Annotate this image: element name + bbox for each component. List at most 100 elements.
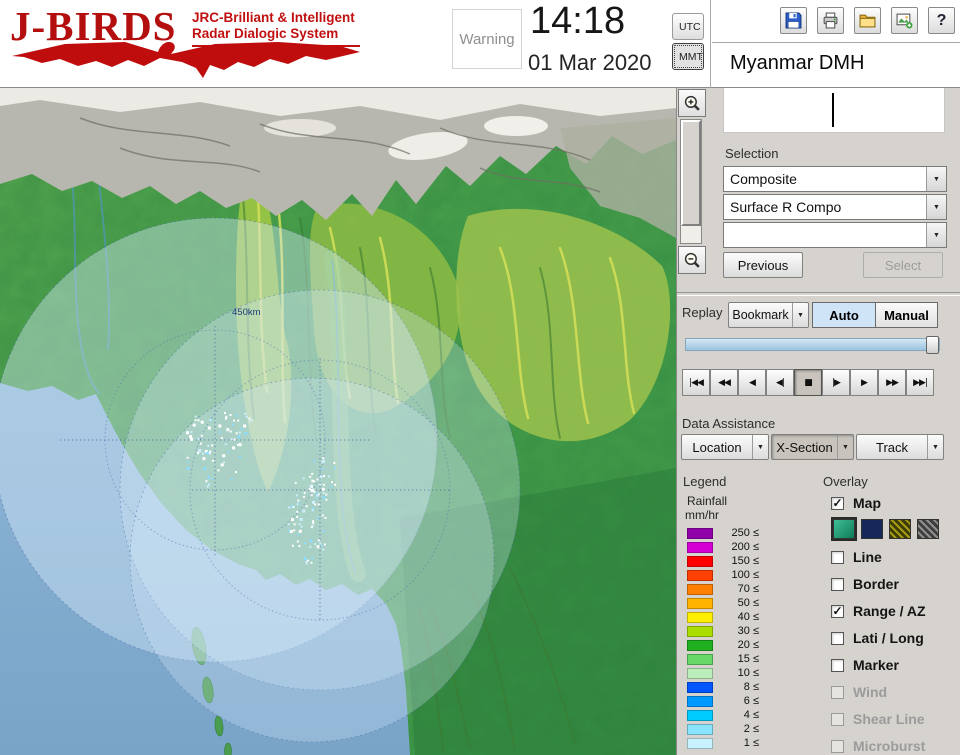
dropdown-arrow-button[interactable]: ▼: [926, 167, 946, 191]
dropdown-arrow-button[interactable]: ▼: [926, 195, 946, 219]
checkbox[interactable]: [831, 631, 844, 645]
timezone-utc-button[interactable]: UTC: [672, 13, 704, 40]
overlay-checkbox-line[interactable]: Line: [831, 549, 926, 565]
legend-color-swatch: [687, 681, 713, 693]
replay-slider-thumb[interactable]: [926, 336, 939, 354]
overlay-checkbox-microburst: Microburst: [831, 738, 926, 754]
station-name: Myanmar DMH: [730, 52, 865, 74]
checkbox[interactable]: [831, 658, 844, 672]
previous-button[interactable]: Previous: [723, 252, 803, 278]
checkbox-label: Microburst: [853, 738, 926, 754]
terrain-radar-map[interactable]: 450km: [0, 88, 676, 755]
legend-color-swatch: [687, 653, 713, 665]
clock-date: 01 Mar 2020: [528, 50, 652, 75]
zoom-scrollbar[interactable]: [680, 119, 702, 244]
map-style-olive-hatch-swatch[interactable]: [889, 519, 911, 539]
legend-row-label: 10 ≤: [737, 667, 759, 679]
replay-auto-toggle[interactable]: Auto: [812, 302, 875, 328]
button-label: Location: [692, 439, 742, 455]
legend-section-label: Legend: [683, 474, 727, 489]
checkbox[interactable]: ✓: [831, 496, 844, 510]
map-style-terrain-swatch[interactable]: [831, 517, 857, 541]
timezone-mmt-button[interactable]: MMT: [672, 43, 704, 70]
zoom-in-button[interactable]: [678, 89, 706, 117]
checkbox-label: Border: [853, 576, 899, 592]
replay-manual-toggle[interactable]: Manual: [875, 302, 938, 328]
text-cursor: [832, 93, 834, 127]
legend-row-label: 30 ≤: [737, 625, 759, 637]
legend-row-label: 4 ≤: [743, 709, 759, 721]
dropdown-arrow-button[interactable]: ▼: [926, 223, 946, 247]
playback-stop-button[interactable]: ■: [794, 369, 822, 396]
legend-color-swatch: [687, 527, 713, 539]
data-assistance-track-button[interactable]: Track ▼: [856, 434, 944, 460]
checkbox-label: Marker: [853, 657, 899, 673]
help-icon: ?: [936, 11, 947, 29]
legend-color-swatch: [687, 737, 713, 749]
legend-color-swatch: [687, 639, 713, 651]
overlay-checkbox-lati-long[interactable]: Lati / Long: [831, 630, 926, 646]
legend-title-rainfall: Rainfall: [687, 494, 728, 508]
replay-timeline-slider[interactable]: [685, 336, 940, 354]
legend-color-swatch: [687, 667, 713, 679]
radar-map-viewport[interactable]: 450km: [0, 88, 676, 755]
legend-row: 40 ≤: [687, 610, 759, 624]
playback-play-button[interactable]: ▶: [850, 369, 878, 396]
checkbox[interactable]: [831, 577, 844, 591]
legend-row: 20 ≤: [687, 638, 759, 652]
playback-fast-forward-button[interactable]: ▶▶: [878, 369, 906, 396]
composite-dropdown[interactable]: Composite ▼: [723, 166, 947, 192]
overlay-checkbox-border[interactable]: Border: [831, 576, 926, 592]
legend-row: 200 ≤: [687, 540, 759, 554]
dropdown-value: Composite: [730, 171, 797, 187]
bookmark-button[interactable]: Bookmark ▼: [728, 302, 809, 328]
playback-play-back-button[interactable]: ◀: [738, 369, 766, 396]
help-button[interactable]: ?: [928, 7, 955, 34]
chevron-down-icon: ▼: [752, 435, 768, 459]
legend-row: 250 ≤: [687, 526, 759, 540]
elevation-dropdown[interactable]: ▼: [723, 222, 947, 248]
legend-color-swatch: [687, 597, 713, 609]
legend-row-label: 2 ≤: [743, 723, 759, 735]
playback-step-back-button[interactable]: ◀|: [766, 369, 794, 396]
clock-time: 14:18: [530, 0, 626, 42]
selection-section-label: Selection: [725, 146, 779, 161]
overlay-section-label: Overlay: [823, 474, 868, 489]
legend-row: 1 ≤: [687, 736, 759, 750]
eagle-logo-icon: [12, 42, 360, 78]
warning-status-button[interactable]: Warning: [452, 9, 522, 69]
map-style-gray-hatch-swatch[interactable]: [917, 519, 939, 539]
add-image-button[interactable]: [891, 7, 918, 34]
open-folder-icon: [859, 14, 876, 28]
legend-row-label: 150 ≤: [731, 555, 759, 567]
playback-first-button[interactable]: |◀◀: [682, 369, 710, 396]
checkbox[interactable]: ✓: [831, 604, 844, 618]
product-dropdown[interactable]: Surface R Compo ▼: [723, 194, 947, 220]
print-button[interactable]: [817, 7, 844, 34]
legend-row-label: 50 ≤: [737, 597, 759, 609]
data-assistance-location-button[interactable]: Location ▼: [681, 434, 769, 460]
legend-row: 10 ≤: [687, 666, 759, 680]
overlay-checkbox-map[interactable]: ✓ Map: [831, 495, 881, 511]
data-assistance-x-section-button[interactable]: X-Section ▼: [771, 434, 854, 460]
save-button[interactable]: [780, 7, 807, 34]
warning-label: Warning: [459, 30, 515, 48]
status-input-box[interactable]: [723, 88, 945, 133]
zoom-out-button[interactable]: [678, 246, 706, 274]
overlay-checkbox-range-az[interactable]: ✓ Range / AZ: [831, 603, 926, 619]
select-button[interactable]: Select: [863, 252, 943, 278]
playback-step-forward-button[interactable]: |▶: [822, 369, 850, 396]
legend-color-swatch: [687, 723, 713, 735]
chevron-down-icon: ▼: [933, 231, 940, 239]
overlay-checkbox-marker[interactable]: Marker: [831, 657, 926, 673]
header-vertical-divider: [710, 0, 711, 88]
playback-last-button[interactable]: ▶▶|: [906, 369, 934, 396]
legend-color-swatch: [687, 611, 713, 623]
checkbox-label: Line: [853, 549, 882, 565]
playback-rewind-button[interactable]: ◀◀: [710, 369, 738, 396]
open-folder-button[interactable]: [854, 7, 881, 34]
zoom-scrollbar-thumb[interactable]: [681, 120, 701, 226]
checkbox[interactable]: [831, 550, 844, 564]
checkbox-label: Range / AZ: [853, 603, 926, 619]
map-style-navy-swatch[interactable]: [861, 519, 883, 539]
